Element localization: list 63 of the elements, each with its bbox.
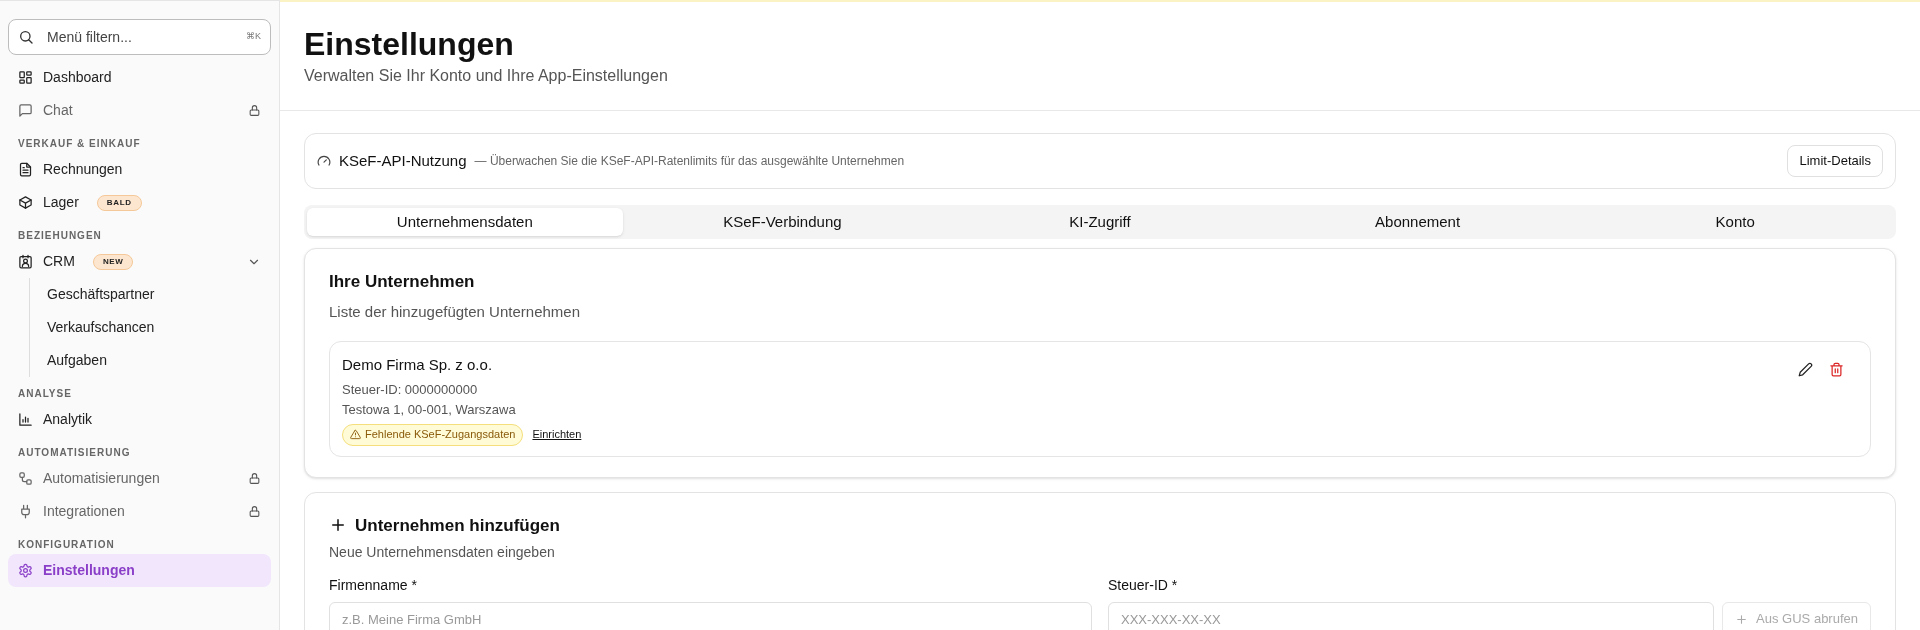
gauge-icon xyxy=(317,154,331,168)
sidebar-subitem[interactable]: Geschäftspartner xyxy=(45,278,271,311)
input-field[interactable]: XXX-XXX-XX-XX xyxy=(1108,602,1715,630)
warning-badge: Fehlende KSeF-Zugangsdaten xyxy=(342,423,524,446)
sidebar-item[interactable]: Rechnungen xyxy=(8,153,271,186)
lock-icon xyxy=(248,505,261,518)
speech-bubble-icon xyxy=(18,103,33,118)
section-heading: BEZIEHUNGEN xyxy=(17,229,103,243)
edit-button[interactable] xyxy=(1798,362,1813,377)
tab[interactable]: KI-Zugriff xyxy=(942,208,1258,236)
sidebar-item[interactable]: Automatisierungen xyxy=(8,462,271,495)
sidebar-item[interactable]: Dashboard xyxy=(8,61,271,94)
sidebar-subitem[interactable]: Aufgaben xyxy=(45,344,271,377)
pencil-icon xyxy=(1798,362,1813,377)
company-name: Demo Firma Sp. z o.o. xyxy=(342,355,494,375)
package-icon xyxy=(18,195,33,210)
company-address: Testowa 1, 00-001, Warszawa xyxy=(342,401,517,419)
sidebar-item[interactable]: Einstellungen xyxy=(8,554,271,587)
plug-icon xyxy=(18,504,33,519)
lock-icon xyxy=(248,472,261,485)
card-subtitle: Liste der hinzugefügten Unternehmen xyxy=(329,301,581,322)
page-subtitle: Verwalten Sie Ihr Konto und Ihre App-Einstellungen xyxy=(304,66,669,86)
trash-icon xyxy=(1829,362,1844,377)
field-label: Firmenname * xyxy=(329,576,418,595)
sidebar-item[interactable]: Chat xyxy=(8,94,271,127)
section-heading: KONFIGURATION xyxy=(17,538,116,552)
grid-icon xyxy=(18,70,33,85)
card-description: — Überwachen Sie die KSeF-API-Ratenlimits für das ausgewählte Unternehmen xyxy=(474,153,905,170)
tab[interactable]: Unternehmensdaten xyxy=(307,208,623,236)
card-title: Ihre Unternehmen xyxy=(329,271,476,293)
page-title: Einstellungen xyxy=(304,25,515,64)
contact-card-icon xyxy=(18,254,33,269)
limit-details-button[interactable]: Limit-Details xyxy=(1787,145,1883,177)
plus-icon xyxy=(1735,612,1749,626)
tab[interactable]: Abonnement xyxy=(1259,208,1576,236)
workflow-icon xyxy=(18,471,33,486)
status-badge: BALD xyxy=(96,194,142,211)
settings-icon xyxy=(18,563,33,578)
tab[interactable]: KSeF-Verbindung xyxy=(624,208,941,236)
tab[interactable]: Konto xyxy=(1577,208,1893,236)
bar-chart-icon xyxy=(18,412,33,427)
delete-button[interactable] xyxy=(1829,362,1844,377)
lock-icon xyxy=(248,104,261,117)
sidebar-item[interactable]: Lager BALD xyxy=(8,186,271,219)
section-heading: VERKAUF & EINKAUF xyxy=(17,137,142,151)
sidebar-subitem[interactable]: Verkaufschancen xyxy=(45,311,271,344)
shortcut-hint: ⌘K xyxy=(246,30,261,43)
status-badge: NEW xyxy=(92,253,134,270)
document-icon xyxy=(18,162,33,177)
warning-icon xyxy=(350,429,361,440)
section-heading: AUTOMATISIERUNG xyxy=(17,446,132,460)
company-tax-id: Steuer-ID: 0000000000 xyxy=(342,380,479,399)
search-icon xyxy=(18,29,34,45)
card-title: Unternehmen hinzufügen xyxy=(355,514,560,537)
field-label: Steuer-ID * xyxy=(1108,576,1179,595)
card-title: KSeF-API-Nutzung xyxy=(339,150,467,171)
sidebar-item[interactable]: Analytik xyxy=(8,403,271,436)
card-subtitle: Neue Unternehmensdaten eingeben xyxy=(329,543,556,562)
sidebar-item[interactable]: CRM NEW xyxy=(8,245,271,278)
sidebar-item[interactable]: Integrationen xyxy=(8,495,271,528)
setup-link[interactable]: Einrichten xyxy=(532,426,582,443)
input-field[interactable]: z.B. Meine Firma GmbH xyxy=(329,602,1092,630)
section-heading: ANALYSE xyxy=(17,387,73,401)
